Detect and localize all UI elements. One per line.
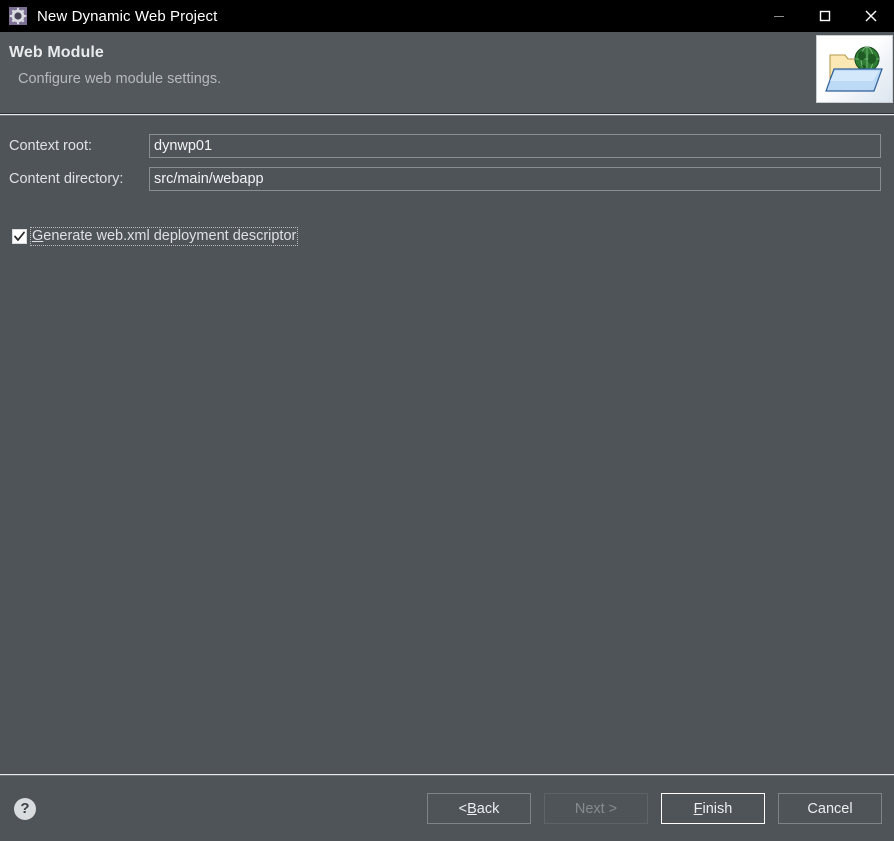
finish-rest: inish <box>702 800 733 817</box>
dialog-body: Context root: Content directory: Generat… <box>0 116 894 774</box>
back-prefix: < <box>458 800 468 817</box>
content-directory-row: Content directory: <box>9 167 881 191</box>
title-bar: New Dynamic Web Project <box>0 0 894 32</box>
button-bar: < Back Next > Finish Cancel <box>427 793 882 824</box>
content-directory-label: Content directory: <box>9 171 124 187</box>
generate-webxml-row[interactable]: Generate web.xml deployment descriptor <box>9 227 881 246</box>
dialog-footer: ? < Back Next > Finish Cancel <box>0 776 894 841</box>
checkbox-label-rest: enerate web.xml deployment descriptor <box>43 228 297 244</box>
minimize-icon[interactable] <box>756 0 802 32</box>
generate-webxml-checkbox[interactable] <box>12 229 27 244</box>
web-folder-globe-icon <box>816 35 893 103</box>
window-title: New Dynamic Web Project <box>37 7 218 25</box>
context-root-label: Context root: <box>9 138 93 154</box>
checkbox-mnemonic: G <box>32 228 44 244</box>
back-mnemonic: B <box>467 800 477 817</box>
gear-icon <box>9 7 27 25</box>
back-rest: ack <box>476 800 500 817</box>
back-button[interactable]: < Back <box>427 793 531 824</box>
next-button: Next > <box>544 793 648 824</box>
finish-mnemonic: F <box>693 800 703 817</box>
finish-button[interactable]: Finish <box>661 793 765 824</box>
page-title: Web Module <box>9 44 104 61</box>
help-icon[interactable]: ? <box>14 797 36 820</box>
cancel-button[interactable]: Cancel <box>778 793 882 824</box>
context-root-row: Context root: <box>9 134 881 158</box>
page-description: Configure web module settings. <box>18 71 222 87</box>
maximize-icon[interactable] <box>802 0 848 32</box>
close-icon[interactable] <box>848 0 894 32</box>
wizard-header: Web Module Configure web module settings… <box>0 32 894 114</box>
wizard-header-text: Web Module Configure web module settings… <box>0 32 894 87</box>
new-dynamic-web-project-dialog: New Dynamic Web Project Web Module Confi… <box>0 0 894 841</box>
generate-webxml-label[interactable]: Generate web.xml deployment descriptor <box>30 227 299 246</box>
content-directory-input[interactable] <box>149 167 881 191</box>
context-root-input[interactable] <box>149 134 881 158</box>
window-controls <box>756 0 894 32</box>
check-icon <box>14 231 25 241</box>
